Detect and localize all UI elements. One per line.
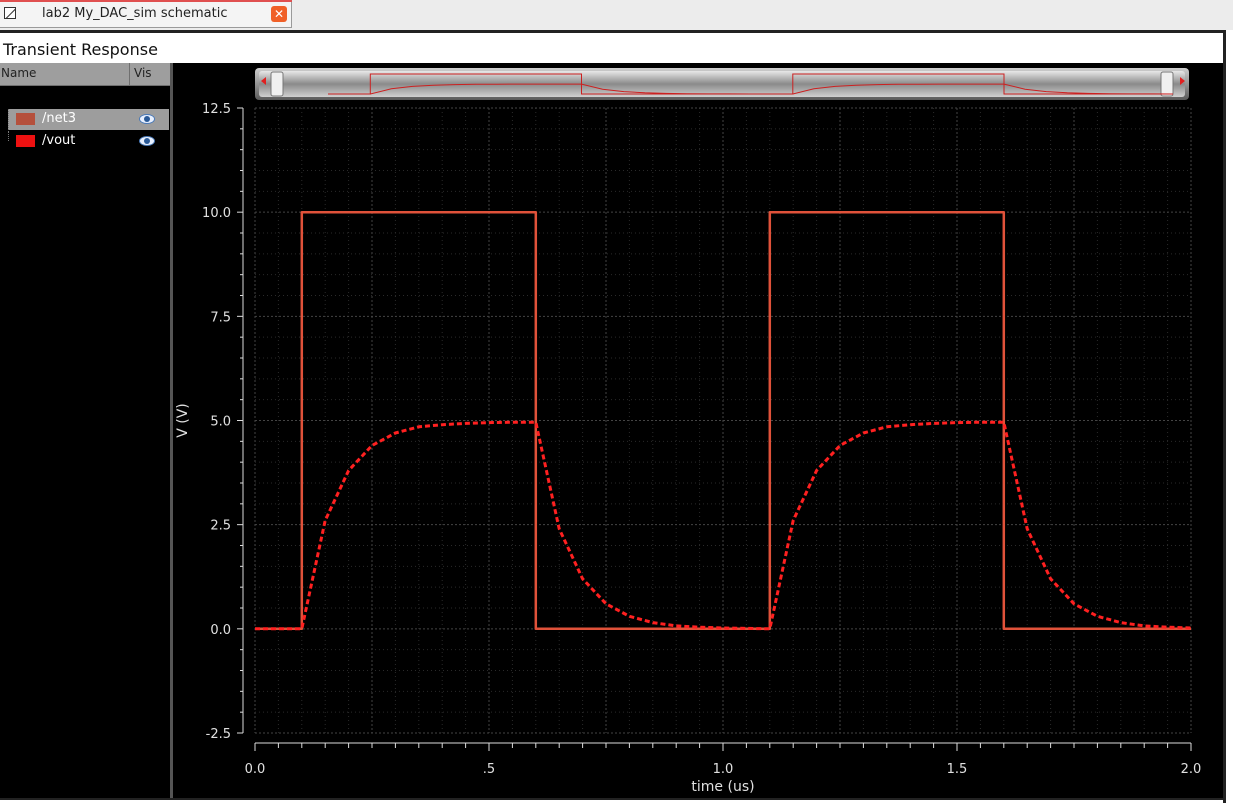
y-tick-label: -2.5 xyxy=(206,727,231,742)
tab-title: lab2 My_DAC_sim schematic xyxy=(42,6,228,21)
y-tick-label: 10.0 xyxy=(202,206,231,221)
trace-color-swatch xyxy=(16,113,35,125)
y-tick-label: 0.0 xyxy=(210,623,231,638)
x-tick-label: 2.0 xyxy=(1181,762,1202,777)
window-border xyxy=(1223,30,1226,803)
x-tick-label: 1.0 xyxy=(713,762,734,777)
eye-icon[interactable] xyxy=(139,136,155,146)
trace-row-vout[interactable]: /vout xyxy=(8,131,169,152)
trace-list-header: Name Vis xyxy=(0,63,172,86)
column-header-vis[interactable]: Vis xyxy=(134,66,152,80)
y-tick-label: 12.5 xyxy=(202,102,231,117)
zoom-scrollbar[interactable] xyxy=(255,68,1189,100)
trace-label: /vout xyxy=(42,133,76,148)
window-title-bar: Transient Response xyxy=(0,33,1225,63)
y-axis-label: V (V) xyxy=(175,403,191,438)
x-tick-label: 1.5 xyxy=(947,762,968,777)
x-tick-label: .5 xyxy=(483,762,495,777)
tab-schematic[interactable]: lab2 My_DAC_sim schematic ✕ xyxy=(0,0,292,28)
tree-connector xyxy=(8,131,10,141)
tree-connector xyxy=(8,109,10,130)
close-icon[interactable]: ✕ xyxy=(271,6,287,22)
zoom-scrollbar-thumb[interactable] xyxy=(259,71,1185,97)
zoom-handle-left[interactable] xyxy=(270,71,284,97)
x-axis-label: time (us) xyxy=(691,779,754,795)
trace-row-net3[interactable]: /net3 xyxy=(8,109,169,130)
y-tick-label: 2.5 xyxy=(210,519,231,534)
eye-icon[interactable] xyxy=(139,114,155,124)
trace-list-panel: Name Vis /net3 /vout xyxy=(0,63,172,798)
x-tick-label: 0.0 xyxy=(245,762,266,777)
tab-active-indicator xyxy=(0,0,292,2)
y-tick-label: 7.5 xyxy=(210,310,231,325)
window-title: Transient Response xyxy=(3,40,158,59)
column-divider[interactable] xyxy=(129,63,130,85)
waveform-plot[interactable]: 12.5 10.0 7.5 5.0 2.5 0.0 -2.5 V (V) 0.0 .5 1.0 1.5… xyxy=(173,63,1223,798)
tab-strip: lab2 My_DAC_sim schematic ✕ xyxy=(0,0,1233,30)
window-border-bottom xyxy=(0,798,1226,800)
column-header-name[interactable]: Name xyxy=(1,66,36,80)
trace-color-swatch xyxy=(16,135,35,147)
trace-label: /net3 xyxy=(42,111,76,126)
zoom-handle-right[interactable] xyxy=(1160,71,1174,97)
schematic-icon xyxy=(4,7,16,19)
plot-background xyxy=(173,63,1223,798)
y-tick-label: 5.0 xyxy=(210,415,231,430)
